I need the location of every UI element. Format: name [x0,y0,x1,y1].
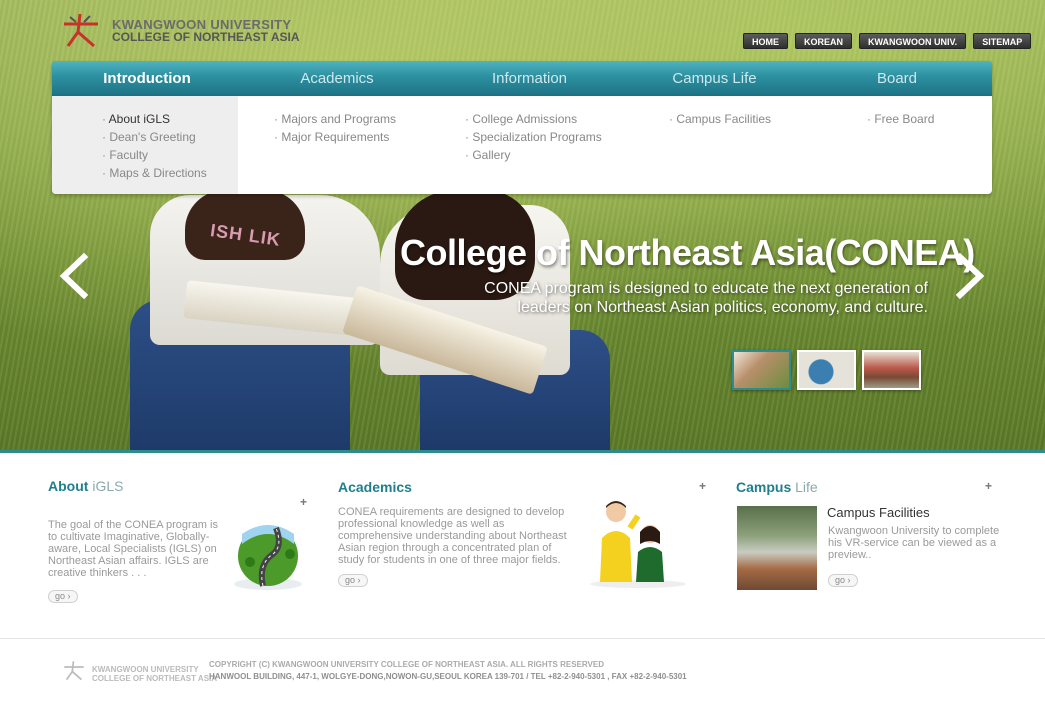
campus-more-plus-icon[interactable]: + [985,479,992,493]
slider-thumb-1[interactable] [732,350,791,390]
academics-title[interactable]: Academics [338,479,412,495]
hero-title: College of Northeast Asia(CONEA) [400,232,975,273]
about-title-light: iGLS [88,478,124,494]
board-submenu: Free Board [867,110,934,128]
address-text: HANWOOL BUILDING, 447-1, WOLGYE-DONG,NOW… [209,672,687,681]
slider-thumbnails [732,350,921,390]
slider-prev-arrow-icon[interactable] [56,252,92,300]
logo-text: KWANGWOON UNIVERSITY COLLEGE OF NORTHEAS… [112,18,300,44]
about-igls-box: About iGLS + The goal of the CONEA progr… [48,478,318,608]
academics-description: CONEA requirements are designed to devel… [338,506,567,566]
hero-subtitle: CONEA program is designed to educate the… [440,279,928,317]
information-submenu: College Admissions Specialization Progra… [465,110,602,164]
submenu-faculty[interactable]: Faculty [102,146,207,164]
academics-box: Academics + CONEA requirements are desig… [338,478,713,608]
campus-life-box: Campus Life + Campus Facilities Kwangwoo… [736,478,1001,608]
footer-logo-icon [62,660,86,687]
campus-facilities-photo[interactable] [737,506,817,590]
nav-board[interactable]: Board [802,61,992,96]
campus-life-submenu: Campus Facilities [669,110,771,128]
submenu-major-requirements[interactable]: Major Requirements [274,128,396,146]
submenu-college-admissions[interactable]: College Admissions [465,110,602,128]
footer-logo: KWANGWOON UNIVERSITY COLLEGE OF NORTHEAS… [62,660,217,687]
footer-copyright: COPYRIGHT (C) KWANGWOON UNIVERSITY COLLE… [209,659,687,683]
sitemap-button[interactable]: SITEMAP [973,33,1032,49]
submenu-campus-facilities[interactable]: Campus Facilities [669,110,771,128]
campus-go-button[interactable]: go › [828,574,858,587]
academics-go-button[interactable]: go › [338,574,368,587]
about-title-bold: About [48,478,89,494]
logo-line2: COLLEGE OF NORTHEAST ASIA [112,30,300,44]
submenu-about-igls[interactable]: About iGLS [102,110,207,128]
globe-road-icon [228,514,308,594]
site-logo[interactable]: KWANGWOON UNIVERSITY COLLEGE OF NORTHEAS… [60,12,300,50]
about-go-button[interactable]: go › [48,590,78,603]
campus-title-light: Life [791,479,818,495]
submenu-majors-programs[interactable]: Majors and Programs [274,110,396,128]
slider-thumb-3[interactable] [862,350,921,390]
university-logo-icon [60,12,102,50]
students-illustration [588,498,688,588]
footer-logo-line2: COLLEGE OF NORTHEAST ASIA [92,673,218,683]
footer-logo-line1: KWANGWOON UNIVERSITY [92,664,199,674]
nav-introduction[interactable]: Introduction [52,61,242,96]
campus-facilities-subtitle[interactable]: Campus Facilities [827,505,930,520]
hero-subtitle-line2: leaders on Northeast Asian politics, eco… [517,299,928,316]
korean-button[interactable]: KOREAN [795,33,853,49]
academics-more-plus-icon[interactable]: + [699,479,706,493]
nav-campus-life[interactable]: Campus Life [627,61,802,96]
nav-academics[interactable]: Academics [242,61,432,96]
hero-divider [0,450,1045,453]
about-igls-title[interactable]: About iGLS [48,478,123,494]
about-more-plus-icon[interactable]: + [300,495,307,509]
submenu-maps-directions[interactable]: Maps & Directions [102,164,206,182]
utility-nav: HOME KOREAN KWANGWOON UNIV. SITEMAP [743,33,1032,49]
main-nav: Introduction Academics Information Campu… [52,61,992,96]
about-description: The goal of the CONEA program is to cult… [48,519,218,579]
introduction-submenu: About iGLS Dean's Greeting Faculty Maps … [102,110,207,182]
kwangwoon-univ-button[interactable]: KWANGWOON UNIV. [859,33,967,49]
submenu-specialization-programs[interactable]: Specialization Programs [465,128,601,146]
campus-life-title[interactable]: Campus Life [736,479,818,495]
campus-title-bold: Campus [736,479,792,495]
copyright-text: COPYRIGHT (C) KWANGWOON UNIVERSITY COLLE… [209,660,604,669]
campus-description: Kwangwoon University to complete his VR-… [828,525,1000,561]
submenu-deans-greeting[interactable]: Dean's Greeting [102,128,207,146]
home-button[interactable]: HOME [743,33,788,49]
footer-divider [0,638,1045,639]
submenu-free-board[interactable]: Free Board [867,110,934,128]
submenu-gallery[interactable]: Gallery [465,146,602,164]
academics-submenu: Majors and Programs Major Requirements [274,110,396,146]
nav-dropdown-panel: About iGLS Dean's Greeting Faculty Maps … [52,96,992,194]
slider-next-arrow-icon[interactable] [952,252,988,300]
hero-subtitle-line1: CONEA program is designed to educate the… [484,280,928,297]
nav-information[interactable]: Information [432,61,627,96]
slider-thumb-2[interactable] [797,350,856,390]
page: ISH LIK College of Northeast Asia(CONEA)… [0,0,1045,719]
footer-logo-text: KWANGWOON UNIVERSITY COLLEGE OF NORTHEAS… [92,665,217,683]
